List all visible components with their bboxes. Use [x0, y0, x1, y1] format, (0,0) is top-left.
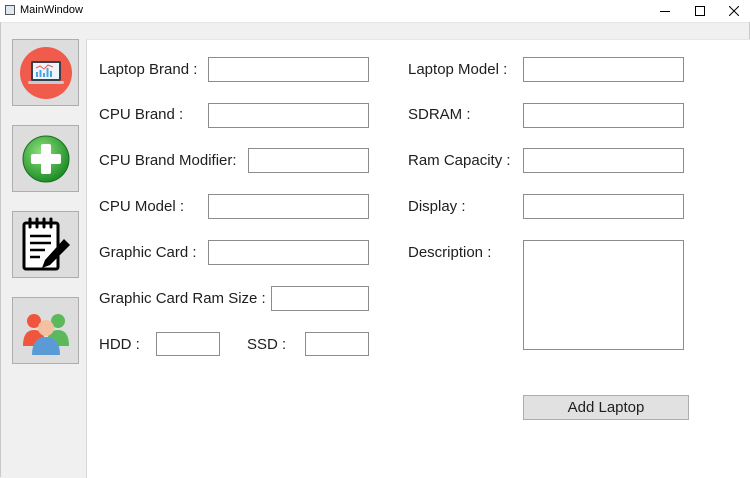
laptop-brand-input[interactable]	[208, 57, 369, 82]
description-label: Description :	[408, 244, 492, 261]
sdram-input[interactable]	[523, 103, 684, 128]
maximize-icon	[695, 6, 705, 16]
ram-capacity-input[interactable]	[523, 148, 684, 173]
laptop-brand-label: Laptop Brand :	[99, 61, 198, 78]
cpu-brand-input[interactable]	[208, 103, 369, 128]
graphic-card-label: Graphic Card :	[99, 244, 197, 261]
sdram-label: SDRAM :	[408, 106, 471, 123]
window-title: MainWindow	[20, 4, 83, 16]
graphic-card-ram-size-label: Graphic Card Ram Size :	[99, 290, 266, 307]
graphic-card-ram-size-input[interactable]	[271, 286, 369, 311]
cpu-brand-label: CPU Brand :	[99, 106, 184, 123]
cpu-model-input[interactable]	[208, 194, 369, 219]
add-laptop-button[interactable]: Add Laptop	[523, 395, 689, 420]
sidebar-laptop-dashboard-button[interactable]	[12, 39, 79, 106]
sidebar-users-button[interactable]	[12, 297, 79, 364]
ssd-input[interactable]	[305, 332, 369, 356]
cpu-brand-modifier-label: CPU Brand Modifier:	[99, 152, 237, 169]
minimize-icon	[660, 11, 670, 12]
title-bar: MainWindow	[0, 0, 750, 23]
hdd-label: HDD :	[99, 336, 140, 353]
cpu-brand-modifier-input[interactable]	[248, 148, 369, 173]
users-group-icon	[22, 313, 69, 355]
laptop-chart-icon	[19, 46, 72, 99]
maximize-button[interactable]	[683, 0, 717, 22]
laptop-model-input[interactable]	[523, 57, 684, 82]
window-border-left	[0, 22, 1, 477]
app-icon	[5, 5, 15, 15]
display-input[interactable]	[523, 194, 684, 219]
cpu-model-label: CPU Model :	[99, 198, 185, 215]
close-icon	[729, 6, 739, 16]
ram-capacity-label: Ram Capacity :	[408, 152, 511, 169]
sidebar-notes-button[interactable]	[12, 211, 79, 278]
laptop-model-label: Laptop Model :	[408, 61, 508, 78]
notepad-pencil-icon	[22, 217, 70, 270]
ssd-label: SSD :	[247, 336, 287, 353]
graphic-card-input[interactable]	[208, 240, 369, 265]
hdd-input[interactable]	[156, 332, 220, 356]
close-button[interactable]	[717, 0, 750, 22]
minimize-button[interactable]	[648, 0, 682, 22]
sidebar-add-button[interactable]	[12, 125, 79, 192]
display-label: Display :	[408, 198, 466, 215]
description-textarea[interactable]	[523, 240, 684, 350]
green-plus-icon	[22, 135, 69, 182]
